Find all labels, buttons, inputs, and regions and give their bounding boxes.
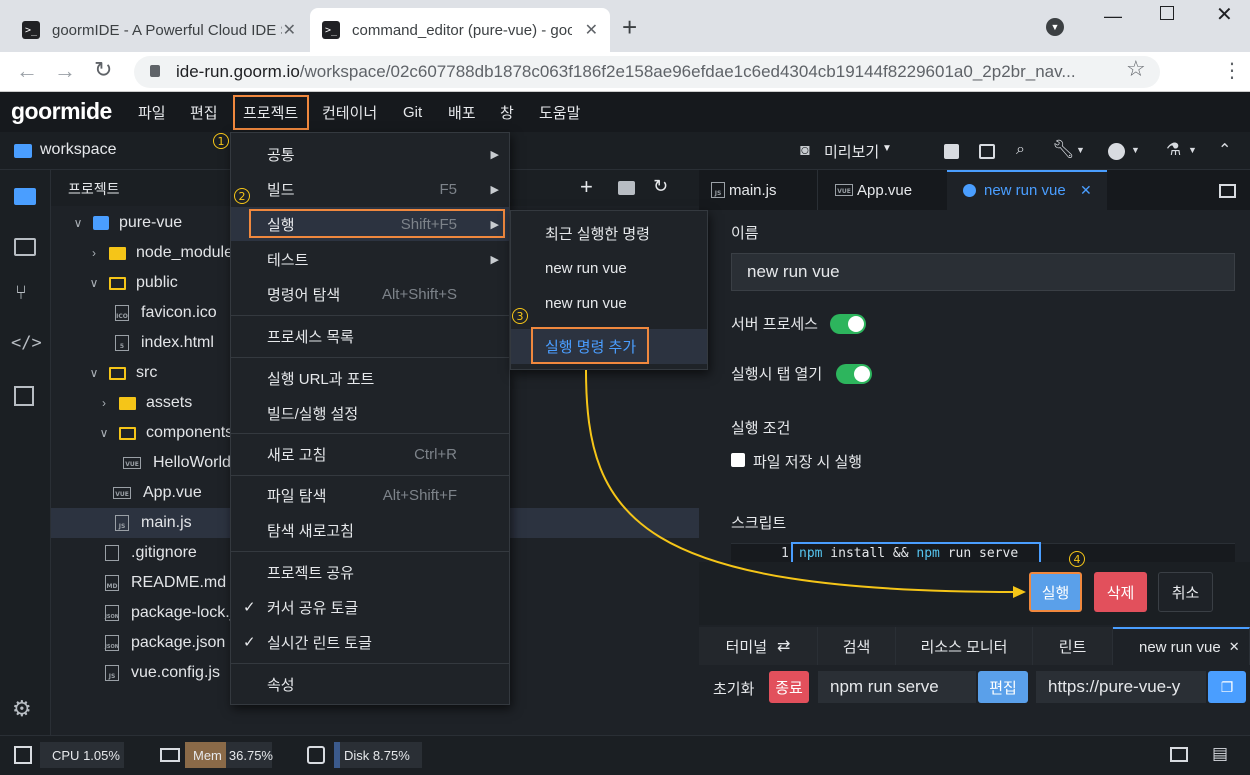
status-bar: CPU 1.05% Mem 36.75% Disk 8.75% ▤	[0, 735, 1250, 775]
chat-icon[interactable]: ▤	[1212, 744, 1228, 764]
mem-label: Mem	[185, 742, 226, 768]
cpu-label: CPU	[52, 747, 80, 763]
disk-icon	[307, 746, 325, 764]
annotation-arrow	[585, 369, 1026, 598]
mem-value: 36.75%	[228, 747, 273, 763]
disk-value: 8.75%	[372, 747, 410, 763]
cpu-badge: CPU 1.05%	[40, 742, 124, 768]
disk-badge: Disk 8.75%	[334, 742, 422, 768]
mem-badge: Mem 36.75%	[185, 742, 273, 768]
cpu-icon	[14, 746, 32, 764]
layout-icon[interactable]	[1170, 747, 1188, 762]
disk-usage-fill	[334, 742, 340, 768]
cpu-value: 1.05%	[83, 747, 120, 763]
disk-label: Disk	[344, 747, 370, 763]
memory-icon	[160, 748, 180, 762]
